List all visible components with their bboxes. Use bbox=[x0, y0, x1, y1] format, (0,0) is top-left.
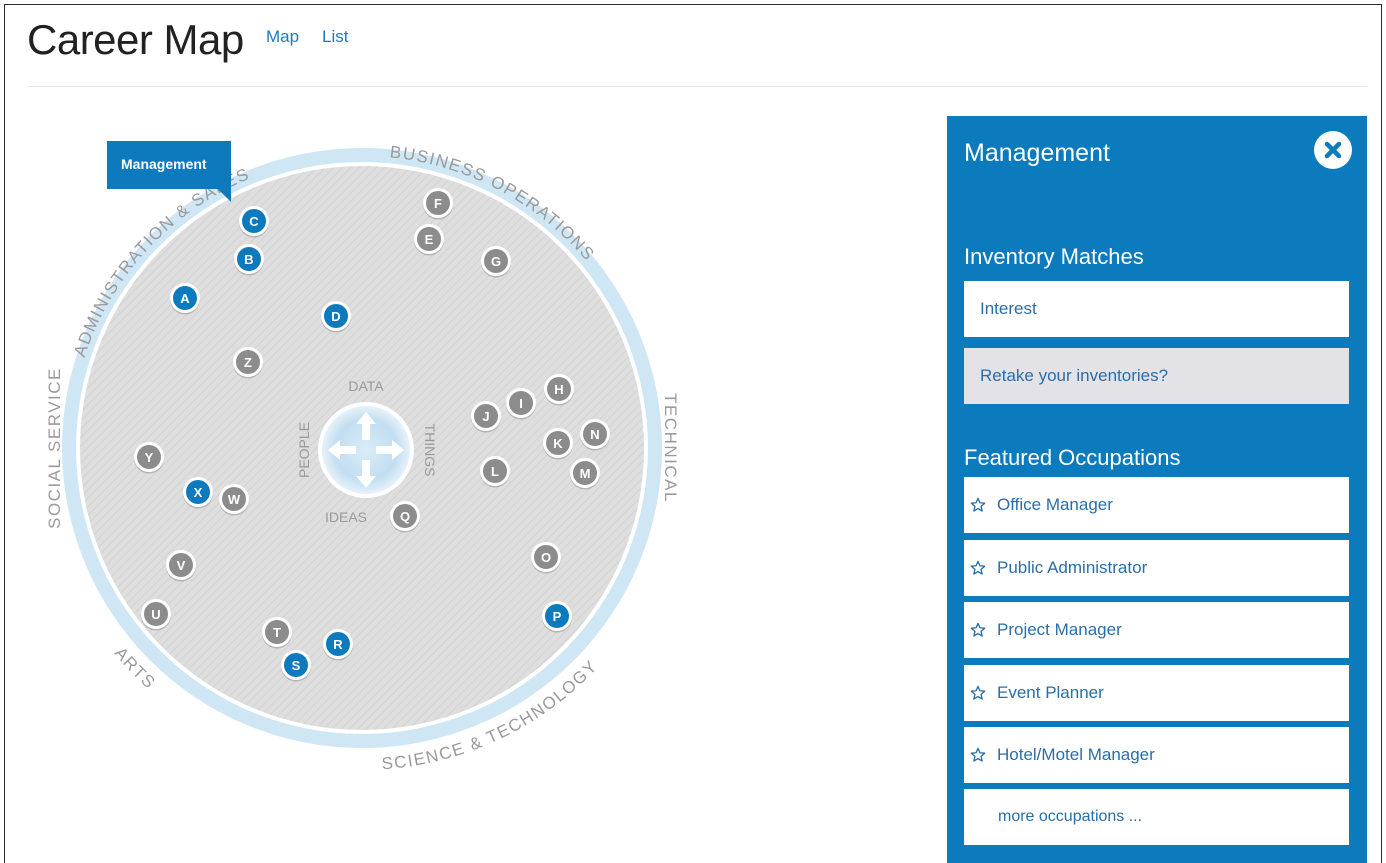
node-letter: K bbox=[553, 436, 563, 451]
career-node-j[interactable]: J bbox=[471, 401, 501, 433]
occupation-item[interactable]: Hotel/Motel Manager bbox=[964, 727, 1349, 783]
close-icon bbox=[1324, 141, 1342, 159]
career-node-h[interactable]: H bbox=[544, 374, 574, 406]
node-letter: S bbox=[292, 658, 301, 673]
node-letter: G bbox=[491, 254, 501, 269]
ring-label-social-service: SOCIAL SERVICE bbox=[45, 367, 64, 529]
occupation-label: Hotel/Motel Manager bbox=[997, 745, 1155, 764]
node-letter: O bbox=[541, 550, 551, 565]
career-node-b[interactable]: B bbox=[234, 244, 264, 276]
node-letter: J bbox=[482, 409, 489, 424]
node-letter: Z bbox=[244, 355, 252, 370]
occupation-label: Office Manager bbox=[997, 495, 1113, 514]
star-outline-icon[interactable] bbox=[970, 497, 986, 513]
career-node-f[interactable]: F bbox=[423, 188, 453, 220]
more-occupations-link[interactable]: more occupations ... bbox=[964, 789, 1349, 845]
occupation-item[interactable]: Project Manager bbox=[964, 602, 1349, 658]
node-letter: F bbox=[434, 196, 442, 211]
center-label-things: THINGS bbox=[422, 424, 438, 477]
star-outline-icon[interactable] bbox=[970, 747, 986, 763]
node-letter: N bbox=[590, 427, 599, 442]
node-letter: Y bbox=[145, 450, 154, 465]
map-tooltip-pointer bbox=[217, 188, 231, 202]
career-node-v[interactable]: V bbox=[166, 550, 196, 582]
node-letter: R bbox=[333, 637, 343, 652]
career-node-m[interactable]: M bbox=[570, 458, 600, 490]
career-node-c[interactable]: C bbox=[239, 206, 269, 238]
career-node-y[interactable]: Y bbox=[134, 442, 164, 474]
occupation-item[interactable]: Event Planner bbox=[964, 664, 1349, 721]
node-letter: C bbox=[249, 214, 259, 229]
node-letter: A bbox=[180, 291, 190, 306]
node-letter: B bbox=[244, 252, 253, 267]
inventory-item-interest[interactable]: Interest bbox=[964, 281, 1349, 337]
node-letter: X bbox=[194, 485, 203, 500]
detail-panel: Management Inventory Matches Interest Re… bbox=[947, 116, 1367, 863]
career-node-u[interactable]: U bbox=[141, 599, 171, 631]
career-node-s[interactable]: S bbox=[281, 650, 311, 682]
star-outline-icon[interactable] bbox=[970, 685, 986, 701]
career-node-w[interactable]: W bbox=[219, 484, 249, 516]
node-letter: D bbox=[331, 309, 340, 324]
career-node-k[interactable]: K bbox=[543, 428, 573, 460]
ring-label-technical: TECHNICAL bbox=[661, 393, 680, 503]
career-node-l[interactable]: L bbox=[480, 456, 510, 488]
node-letter: V bbox=[177, 558, 186, 573]
retake-inventories-link[interactable]: Retake your inventories? bbox=[964, 348, 1349, 404]
node-letter: P bbox=[553, 609, 562, 624]
career-node-a[interactable]: A bbox=[170, 283, 200, 315]
map-tooltip: Management bbox=[107, 141, 231, 189]
node-letter: M bbox=[580, 466, 591, 481]
node-letter: U bbox=[151, 607, 160, 622]
occupation-label: Event Planner bbox=[997, 682, 1104, 702]
career-node-x[interactable]: X bbox=[183, 477, 213, 509]
node-letter: H bbox=[554, 382, 563, 397]
career-node-d[interactable]: D bbox=[321, 301, 351, 333]
career-node-o[interactable]: O bbox=[531, 542, 561, 574]
occupation-label: Public Administrator bbox=[997, 557, 1148, 577]
occupation-label: Project Manager bbox=[997, 620, 1122, 639]
center-label-data: DATA bbox=[348, 378, 384, 394]
node-letter: E bbox=[425, 232, 434, 247]
featured-occupations-heading: Featured Occupations bbox=[964, 445, 1181, 470]
career-node-r[interactable]: R bbox=[323, 629, 353, 661]
career-node-p[interactable]: P bbox=[542, 601, 572, 633]
occupation-item[interactable]: Office Manager bbox=[964, 477, 1349, 533]
close-button[interactable] bbox=[1314, 131, 1352, 169]
panel-title: Management bbox=[964, 139, 1110, 167]
center-label-people: PEOPLE bbox=[296, 422, 312, 478]
node-letter: L bbox=[491, 464, 499, 479]
node-letter: I bbox=[519, 396, 523, 411]
career-node-g[interactable]: G bbox=[481, 246, 511, 278]
node-letter: T bbox=[273, 625, 281, 640]
career-node-q[interactable]: Q bbox=[390, 501, 420, 533]
occupation-item[interactable]: Public Administrator bbox=[964, 539, 1349, 596]
career-node-z[interactable]: Z bbox=[233, 347, 263, 379]
center-label-ideas: IDEAS bbox=[325, 509, 367, 525]
inventory-matches-heading: Inventory Matches bbox=[964, 244, 1144, 269]
career-map: ADMINISTRATION & SALES BUSINESS OPERATIO… bbox=[45, 142, 680, 773]
career-node-i[interactable]: I bbox=[506, 388, 536, 420]
career-node-e[interactable]: E bbox=[414, 224, 444, 256]
career-node-t[interactable]: T bbox=[262, 617, 292, 649]
star-outline-icon[interactable] bbox=[970, 622, 986, 638]
node-letter: Q bbox=[400, 509, 410, 524]
star-outline-icon[interactable] bbox=[970, 560, 986, 576]
career-node-n[interactable]: N bbox=[580, 419, 610, 451]
node-letter: W bbox=[228, 492, 241, 507]
